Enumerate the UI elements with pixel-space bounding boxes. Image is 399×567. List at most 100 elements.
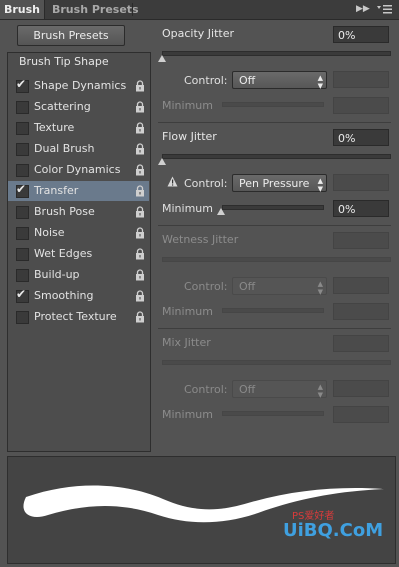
settings-item-texture[interactable]: Texture [8,118,149,138]
lock-icon[interactable] [135,101,145,113]
settings-item-checkbox[interactable] [16,206,29,219]
lock-icon[interactable] [135,185,145,197]
settings-item-label: Brush Pose [34,205,95,218]
wetness-control-extra-field [333,277,389,294]
settings-item-label: Transfer [34,184,79,197]
settings-item-checkbox[interactable]: ✔ [16,287,29,303]
lock-icon[interactable] [135,290,145,302]
lock-icon[interactable] [135,311,145,323]
lock-icon[interactable] [135,80,145,92]
settings-item-color-dynamics[interactable]: Color Dynamics [8,160,149,180]
opacity-jitter-slider-thumb[interactable] [158,55,166,62]
opacity-jitter-slider[interactable] [162,51,391,56]
settings-item-label: Build-up [34,268,80,281]
flow-control-extra-field [333,174,389,191]
opacity-minimum-slider [222,102,324,107]
mix-control-extra-field [333,380,389,397]
select-arrows-icon: ▲ ▼ [317,74,323,90]
section-divider [158,122,391,123]
settings-item-checkbox[interactable] [16,164,29,177]
brush-stroke-preview [7,456,396,564]
settings-item-smoothing[interactable]: ✔ Smoothing [8,286,149,306]
wetness-minimum-slider [222,308,324,313]
wetness-minimum-field [333,303,389,320]
warning-icon [167,176,178,187]
opacity-minimum-label: Minimum [162,99,213,112]
wetness-control-label: Control: [184,280,228,293]
settings-item-scattering[interactable]: Scattering [8,97,149,117]
mix-minimum-field [333,406,389,423]
checkmark-icon: ✔ [16,77,27,91]
mix-jitter-slider [162,360,391,365]
flow-jitter-field[interactable]: 0% [333,129,389,146]
collapse-panel-icon[interactable]: ▶▶ [356,0,370,19]
flow-jitter-slider-thumb[interactable] [158,158,166,165]
settings-item-checkbox[interactable] [16,248,29,261]
tab-brush[interactable]: Brush [0,0,45,19]
flow-jitter-slider[interactable] [162,154,391,159]
wetness-control-select: Off ▲ ▼ [232,277,327,296]
stroke-preview-graphic [23,485,384,523]
wetness-jitter-slider [162,257,391,262]
lock-icon[interactable] [135,227,145,239]
wetness-minimum-label: Minimum [162,305,213,318]
lock-icon[interactable] [135,164,145,176]
settings-item-checkbox[interactable] [16,143,29,156]
lock-icon[interactable] [135,143,145,155]
opacity-minimum-field [333,97,389,114]
opacity-control-select[interactable]: Off ▲ ▼ [232,71,327,90]
flow-jitter-label: Flow Jitter [162,130,217,143]
mix-control-label: Control: [184,383,228,396]
select-arrows-icon: ▲ ▼ [317,383,323,399]
opacity-control-label: Control: [184,74,228,87]
settings-item-transfer[interactable]: ✔ Transfer [8,181,149,201]
lock-icon[interactable] [135,248,145,260]
lock-icon[interactable] [135,269,145,281]
settings-item-label: Smoothing [34,289,94,302]
settings-item-checkbox[interactable] [16,269,29,282]
lock-icon[interactable] [135,206,145,218]
settings-item-wet-edges[interactable]: Wet Edges [8,244,149,264]
flow-minimum-label: Minimum [162,202,213,215]
settings-item-checkbox[interactable] [16,227,29,240]
settings-item-dual-brush[interactable]: Dual Brush [8,139,149,159]
settings-item-checkbox[interactable] [16,101,29,114]
settings-item-protect-texture[interactable]: Protect Texture [8,307,149,327]
mix-control-select: Off ▲ ▼ [232,380,327,399]
section-divider [158,328,391,329]
mix-minimum-slider [222,411,324,416]
flow-minimum-slider[interactable] [222,205,324,210]
flow-minimum-slider-thumb[interactable] [217,208,225,215]
brush-presets-button[interactable]: Brush Presets [17,25,125,46]
tab-divider [132,3,133,16]
section-divider [158,225,391,226]
settings-item-shape-dynamics[interactable]: ✔ Shape Dynamics [8,76,149,96]
wetness-jitter-label: Wetness Jitter [162,233,239,246]
panel-menu-icon[interactable] [377,3,393,15]
settings-item-noise[interactable]: Noise [8,223,149,243]
select-arrows-icon: ▲ ▼ [317,280,323,296]
settings-item-label: Protect Texture [34,310,117,323]
settings-item-checkbox[interactable] [16,122,29,135]
settings-item-checkbox[interactable] [16,311,29,324]
watermark-logo: UiBQ.CoM [283,520,384,541]
opacity-jitter-field[interactable]: 0% [333,26,389,43]
brush-tip-shape-item[interactable]: Brush Tip Shape [19,55,109,68]
opacity-jitter-label: Opacity Jitter [162,27,235,40]
settings-item-checkbox[interactable]: ✔ [16,77,29,93]
flow-control-label: Control: [184,177,228,190]
tab-brush-presets[interactable]: Brush Presets [48,0,139,19]
mix-jitter-label: Mix Jitter [162,336,211,349]
lock-icon[interactable] [135,122,145,134]
select-arrows-icon: ▲ ▼ [317,177,323,193]
settings-item-brush-pose[interactable]: Brush Pose [8,202,149,222]
settings-item-label: Dual Brush [34,142,95,155]
flow-minimum-field[interactable]: 0% [333,200,389,217]
checkmark-icon: ✔ [16,287,27,301]
settings-item-build-up[interactable]: Build-up [8,265,149,285]
settings-item-checkbox[interactable]: ✔ [16,182,29,198]
flow-control-select[interactable]: Pen Pressure ▲ ▼ [232,174,327,193]
settings-item-label: Noise [34,226,65,239]
opacity-control-extra-field [333,71,389,88]
settings-item-label: Scattering [34,100,91,113]
